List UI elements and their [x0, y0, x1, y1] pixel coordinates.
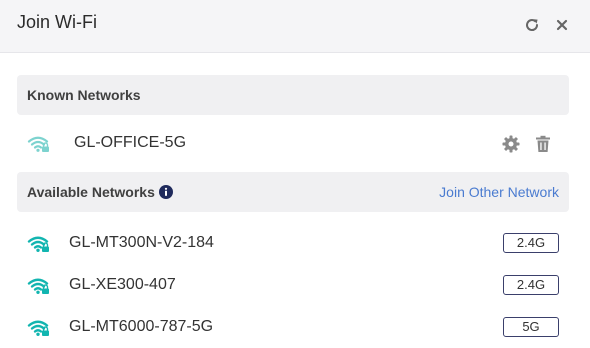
gear-icon [502, 135, 520, 153]
join-other-network-link[interactable]: Join Other Network [439, 184, 559, 200]
available-networks-heading: Available Networks [27, 184, 155, 200]
dialog-title: Join Wi-Fi [17, 12, 97, 32]
close-icon [556, 19, 568, 31]
refresh-icon [526, 19, 539, 31]
wifi-lock-icon [27, 236, 49, 252]
known-network-row[interactable]: GL-OFFICE-5G [17, 123, 569, 163]
forget-network-button[interactable] [535, 135, 551, 153]
refresh-button[interactable] [521, 14, 543, 36]
available-network-row[interactable]: GL-MT6000-787-5G 5G [17, 307, 569, 347]
network-ssid: GL-MT6000-787-5G [69, 318, 214, 335]
network-settings-button[interactable] [502, 135, 520, 153]
trash-icon [536, 135, 550, 152]
network-ssid: GL-XE300-407 [69, 276, 176, 293]
known-networks-heading: Known Networks [27, 87, 141, 103]
known-networks-header: Known Networks [17, 75, 569, 115]
available-network-row[interactable]: GL-MT300N-V2-184 2.4G [17, 223, 569, 263]
wifi-lock-icon [27, 278, 49, 294]
info-icon[interactable] [159, 185, 173, 199]
network-ssid: GL-OFFICE-5G [74, 134, 187, 151]
available-networks-header: Available Networks Join Other Network [17, 172, 569, 212]
join-wifi-dialog: Join Wi-Fi Known Networks GL-OFFICE-5G A… [0, 0, 590, 348]
wifi-lock-icon [27, 320, 49, 336]
close-button[interactable] [551, 14, 573, 36]
band-badge: 2.4G [503, 275, 559, 295]
available-network-row[interactable]: GL-XE300-407 2.4G [17, 265, 569, 305]
network-ssid: GL-MT300N-V2-184 [69, 234, 214, 251]
band-badge: 2.4G [503, 233, 559, 253]
wifi-lock-icon [27, 136, 49, 152]
dialog-header: Join Wi-Fi [0, 0, 590, 53]
band-badge: 5G [503, 317, 559, 337]
